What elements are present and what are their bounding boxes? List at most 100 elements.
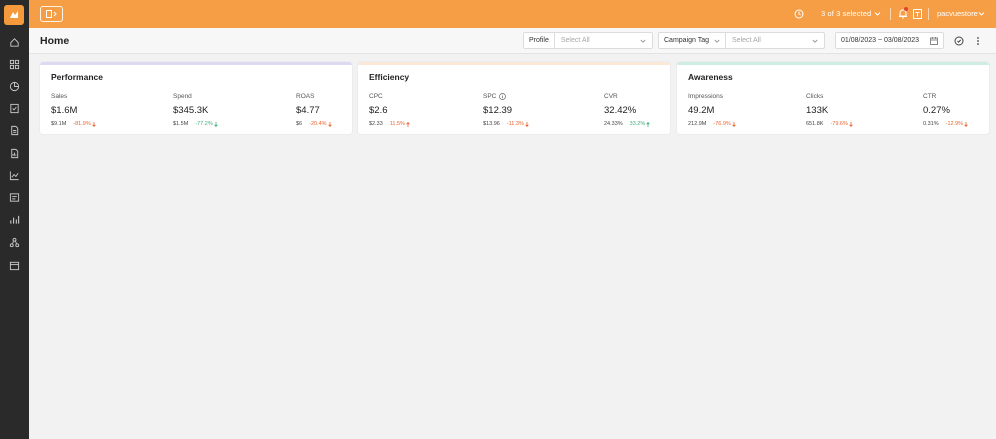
metric-previous: 651.8K (806, 121, 824, 127)
divider (890, 8, 891, 20)
metric-roas[interactable]: ROAS $4.77 $6 -20.4% (296, 93, 332, 127)
profile-label: Profile (524, 33, 555, 48)
expand-icon (45, 10, 57, 18)
logo[interactable] (4, 5, 24, 25)
metric-change: -76.9% (713, 121, 731, 127)
image-icon[interactable] (8, 191, 21, 204)
arrow-down-icon (849, 121, 853, 127)
profile-select[interactable]: Select All (555, 33, 652, 48)
info-icon[interactable] (499, 93, 507, 100)
card-title: Performance (51, 72, 103, 82)
metric-value: 32.42% (604, 105, 637, 116)
divider (928, 8, 929, 20)
metric-cvr[interactable]: CVR 32.42% 24.33% 33.2% (604, 93, 650, 127)
metric-previous: 24.33% (604, 121, 623, 127)
chevron-down-icon (640, 39, 646, 43)
metric-value: 0.27% (923, 105, 950, 116)
document-icon[interactable] (913, 9, 922, 19)
metric-label: CTR (923, 93, 937, 100)
chevron-down-icon[interactable] (874, 10, 881, 17)
arrow-down-icon (525, 121, 529, 127)
card-title: Efficiency (369, 72, 410, 82)
campaign-tag-label[interactable]: Campaign Tag (659, 33, 727, 48)
hierarchy-icon[interactable] (8, 236, 21, 249)
campaign-tag-label-text: Campaign Tag (664, 37, 710, 44)
metric-previous: $13.96 (483, 121, 500, 127)
grid-icon[interactable] (8, 58, 21, 71)
arrow-down-icon (327, 121, 332, 127)
chevron-down-icon[interactable] (978, 10, 985, 17)
metric-label-row: SPC (483, 93, 529, 100)
bar-chart-icon[interactable] (8, 213, 21, 226)
awareness-card: Awareness Impressions 49.2M 212.9M -76.9… (677, 62, 989, 134)
metric-change: -12.9% (945, 121, 964, 127)
metric-value: 133K (806, 105, 829, 116)
calendar-icon[interactable] (8, 259, 21, 272)
efficiency-card: Efficiency CPC $2.6 $2.33 11.5% SPC $12.… (358, 62, 670, 134)
campaign-tag-select[interactable]: Select All (726, 33, 824, 48)
chevron-down-icon (812, 39, 818, 43)
metric-label: Impressions (688, 93, 724, 100)
metric-label: Sales (51, 93, 68, 100)
metric-ctr[interactable]: CTR 0.27% 0.31% -12.9% (923, 93, 968, 127)
chevron-down-icon (714, 39, 720, 43)
metric-change: -20.4% (309, 121, 327, 127)
metric-change: -81.9% (73, 121, 91, 127)
metric-value: $1.6M (51, 105, 78, 116)
metric-clicks[interactable]: Clicks 133K 651.8K -79.6% (806, 93, 853, 127)
campaign-tag-filter[interactable]: Campaign Tag Select All (658, 32, 825, 49)
card-accent-strip (40, 62, 352, 65)
date-range-value: 01/08/2023 ~ 03/08/2023 (841, 37, 920, 44)
metric-label: SPC (483, 93, 497, 100)
sidebar (0, 0, 29, 439)
metric-label: CPC (369, 93, 383, 100)
metric-previous: $9.1M (51, 121, 67, 127)
performance-card: Performance Sales $1.6M $9.1M -81.9% Spe… (40, 62, 352, 134)
top-bar: 3 of 3 selected pacvuestore (29, 0, 996, 28)
metric-cpc[interactable]: CPC $2.6 $2.33 11.5% (369, 93, 410, 127)
metric-label: Clicks (806, 93, 824, 100)
card-title: Awareness (688, 72, 733, 82)
arrow-down-icon (214, 121, 218, 127)
user-menu[interactable]: pacvuestore (937, 9, 978, 18)
home-icon[interactable] (8, 36, 21, 49)
report-icon[interactable] (8, 147, 21, 160)
history-icon[interactable] (794, 9, 804, 19)
metric-change: 11.5% (389, 121, 405, 127)
checklist-icon[interactable] (8, 102, 21, 115)
card-accent-strip (358, 62, 670, 65)
metric-previous: 0.31% (923, 121, 939, 127)
menu-toggle-button[interactable] (40, 6, 63, 22)
profile-select-placeholder: Select All (560, 37, 590, 44)
metric-impressions[interactable]: Impressions 49.2M 212.9M -76.9% (688, 93, 736, 127)
metric-value: $12.39 (483, 105, 513, 116)
metric-spc[interactable]: SPC $12.39 $13.96 -11.3% (483, 93, 529, 127)
metric-previous: $1.5M (173, 121, 189, 127)
metric-value: $2.6 (369, 105, 388, 116)
selection-count[interactable]: 3 of 3 selected (821, 9, 871, 18)
arrow-down-icon (92, 121, 96, 127)
calendar-icon (930, 36, 938, 45)
line-chart-icon[interactable] (8, 169, 21, 182)
document-icon[interactable] (8, 124, 21, 137)
card-accent-strip (677, 62, 989, 65)
metric-label: Spend (173, 93, 192, 100)
pie-chart-icon[interactable] (8, 80, 21, 93)
metric-spend[interactable]: Spend $345.3K $1.5M -77.2% (173, 93, 218, 127)
arrow-up-icon (646, 121, 650, 127)
profile-filter[interactable]: Profile Select All (523, 32, 653, 49)
metric-value: 49.2M (688, 105, 715, 116)
metric-label: CVR (604, 93, 618, 100)
metric-change: -79.6% (830, 121, 848, 127)
more-options-icon[interactable] (973, 36, 983, 46)
arrow-down-icon (732, 121, 736, 127)
metric-previous: $2.33 (369, 121, 383, 127)
metric-value: $345.3K (173, 105, 209, 116)
date-range-picker[interactable]: 01/08/2023 ~ 03/08/2023 (835, 32, 944, 49)
arrow-up-icon (406, 121, 410, 127)
metric-label: ROAS (296, 93, 315, 100)
notification-dot (904, 7, 908, 11)
clock-icon[interactable] (954, 36, 964, 46)
metric-change: -11.3% (506, 121, 524, 127)
metric-sales[interactable]: Sales $1.6M $9.1M -81.9% (51, 93, 96, 127)
